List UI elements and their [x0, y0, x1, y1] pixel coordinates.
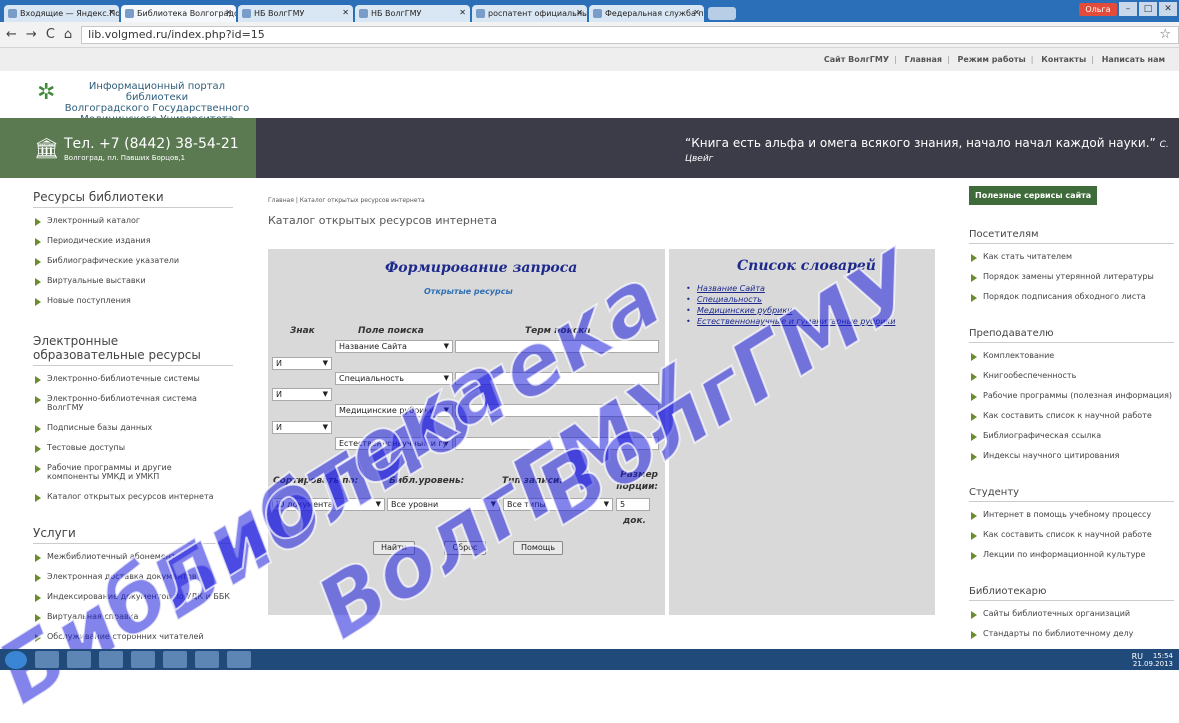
left-menu-item[interactable]: Периодические издания	[33, 236, 233, 256]
topnav-link-contacts[interactable]: Контакты	[1041, 55, 1086, 64]
browser-tab[interactable]: НБ ВолгГМУ ✕	[355, 5, 470, 22]
ie-icon[interactable]	[99, 651, 123, 668]
col-head-field: Поле поиска	[358, 326, 424, 336]
yandex-icon[interactable]	[131, 651, 155, 668]
forward-icon[interactable]: →	[26, 27, 37, 42]
useful-services-button[interactable]: Полезные сервисы сайта	[969, 186, 1098, 205]
form-subtitle: Открытые ресурсы	[424, 287, 513, 296]
page-title: Каталог открытых ресурсов интернета	[268, 214, 497, 227]
close-window-icon[interactable]: ✕	[1159, 2, 1177, 16]
right-menu-item[interactable]: Книгообеспеченность	[969, 371, 1174, 391]
url-input[interactable]: lib.volgmed.ru/index.php?id=15	[81, 25, 1179, 44]
browser-tab-bar: Входящие — Яндекс.Поч ✕ Библиотека Волгог…	[0, 0, 1179, 22]
section-title-resources: Ресурсы библиотеки	[33, 190, 233, 208]
mail-icon	[8, 9, 17, 18]
browser-tab[interactable]: роспатент официальны ✕	[472, 5, 587, 22]
topnav-link-home[interactable]: Главная	[905, 55, 942, 64]
os-taskbar	[0, 649, 1179, 670]
right-menu-item[interactable]: Стандарты по библиотечному делу	[969, 629, 1174, 649]
reload-icon[interactable]: C	[46, 27, 55, 42]
site-icon	[125, 9, 134, 18]
app-icon[interactable]	[227, 651, 251, 668]
minimize-icon[interactable]: –	[1119, 2, 1137, 16]
page-icon	[242, 9, 251, 18]
topnav-link-write[interactable]: Написать нам	[1102, 55, 1165, 64]
top-nav: Сайт ВолгГМУ | Главная | Режим работы | Кон…	[0, 48, 1179, 71]
app-icon[interactable]	[195, 651, 219, 668]
left-menu-item[interactable]: Рабочие программы и другие компоненты УМ…	[33, 463, 223, 492]
form-title: Формирование запроса	[385, 260, 578, 276]
chrome-icon[interactable]	[67, 651, 91, 668]
left-menu-item[interactable]: Виртуальные выставки	[33, 276, 233, 296]
logo-icon[interactable]: ✲	[37, 80, 55, 105]
section-title-students: Студенту	[969, 487, 1174, 502]
left-menu-item[interactable]: Электронно-библиотечные системы	[33, 374, 233, 394]
browser-user-badge[interactable]: Ольга	[1079, 3, 1117, 16]
maximize-icon[interactable]: □	[1139, 2, 1157, 16]
right-menu-item[interactable]: Порядок замены утерянной литературы	[969, 272, 1174, 292]
new-tab-button[interactable]	[708, 7, 736, 20]
close-icon[interactable]: ✕	[576, 8, 583, 17]
bookmark-star-icon[interactable]: ☆	[1159, 27, 1171, 42]
col-head-sign: Знак	[290, 326, 315, 336]
browser-tab[interactable]: Входящие — Яндекс.Поч ✕	[4, 5, 119, 22]
browser-tab-active[interactable]: Библиотека Волгоградс ✕	[121, 5, 236, 22]
close-icon[interactable]: ✕	[459, 8, 466, 17]
header-quote: “Книга есть альфа и омега всякого знания…	[685, 136, 1169, 164]
topnav-link-hours[interactable]: Режим работы	[958, 55, 1026, 64]
right-menu-item[interactable]: Как стать читателем	[969, 252, 1174, 272]
section-title-teachers: Преподавателю	[969, 328, 1174, 343]
close-icon[interactable]: ✕	[693, 8, 700, 17]
right-menu-item[interactable]: Рабочие программы (полезная информация)	[969, 391, 1174, 411]
dropdown-arrow-icon: ▼	[322, 359, 328, 367]
right-menu-item[interactable]: Сайты библиотечных организаций	[969, 609, 1174, 629]
left-menu-item[interactable]: Библиографические указатели	[33, 256, 233, 276]
system-clock[interactable]: 15:54 21.09.2013	[1133, 652, 1173, 668]
page-icon	[593, 9, 602, 18]
field-select-1[interactable]: Название Сайта ▼	[335, 340, 453, 353]
home-icon[interactable]: ⌂	[64, 27, 72, 42]
dropdown-arrow-icon: ▼	[322, 390, 328, 398]
op-select-1[interactable]: И ▼	[272, 357, 332, 370]
right-sidebar: Полезные сервисы сайта Посетителям Как с…	[969, 186, 1174, 649]
right-menu-item[interactable]: Комплектование	[969, 351, 1174, 371]
explorer-icon[interactable]	[35, 651, 59, 668]
page-icon	[359, 9, 368, 18]
left-menu-item[interactable]: Подписные базы данных	[33, 423, 233, 443]
section-title-edu: Электронные образовательные ресурсы	[33, 334, 233, 366]
url-text: lib.volgmed.ru/index.php?id=15	[88, 28, 265, 41]
start-button[interactable]	[5, 650, 27, 669]
library-building-icon: 🏛	[34, 136, 60, 160]
right-menu-item[interactable]: Как составить список к научной работе	[969, 530, 1174, 550]
window-controls: – □ ✕	[1117, 2, 1177, 16]
left-menu-item[interactable]: Электронно-библиотечная система ВолгГМУ	[33, 394, 233, 423]
word-icon[interactable]	[163, 651, 187, 668]
topnav-link-site[interactable]: Сайт ВолгГМУ	[824, 55, 889, 64]
right-menu-item[interactable]: Лекции по информационной культуре	[969, 550, 1174, 570]
address-text: Волгоград, пл. Павших Борцов,1	[64, 154, 186, 162]
breadcrumb[interactable]: Главная | Каталог открытых ресурсов инте…	[268, 197, 425, 204]
right-menu-item[interactable]: Библиографическая ссылка	[969, 431, 1174, 451]
left-menu-item[interactable]: Электронный каталог	[33, 216, 233, 236]
op-select-2[interactable]: И ▼	[272, 388, 332, 401]
close-icon[interactable]: ✕	[342, 8, 349, 17]
left-menu-item[interactable]: Тестовые доступы	[33, 443, 233, 463]
browser-tab[interactable]: НБ ВолгГМУ ✕	[238, 5, 353, 22]
phone-number: Тел. +7 (8442) 38-54-21	[64, 136, 239, 152]
back-icon[interactable]: ←	[6, 27, 17, 42]
right-menu-item[interactable]: Интернет в помощь учебному процессу	[969, 510, 1174, 530]
yandex-icon	[476, 9, 485, 18]
section-title-visitors: Посетителям	[969, 229, 1174, 244]
right-menu-item[interactable]: Индексы научного цитирования	[969, 451, 1174, 471]
section-title-librarians: Библиотекарю	[969, 586, 1174, 601]
size-unit: док.	[623, 516, 646, 526]
address-bar-row: ← → C ⌂ lib.volgmed.ru/index.php?id=15	[0, 22, 1179, 48]
right-menu-item[interactable]: Порядок подписания обходного листа	[969, 292, 1174, 312]
browser-tab[interactable]: Федеральная служба по ✕	[589, 5, 704, 22]
close-icon[interactable]: ✕	[225, 8, 232, 17]
left-menu-item[interactable]: Новые поступления	[33, 296, 233, 316]
right-menu-item[interactable]: Как составить список к научной работе	[969, 411, 1174, 431]
close-icon[interactable]: ✕	[108, 8, 115, 17]
